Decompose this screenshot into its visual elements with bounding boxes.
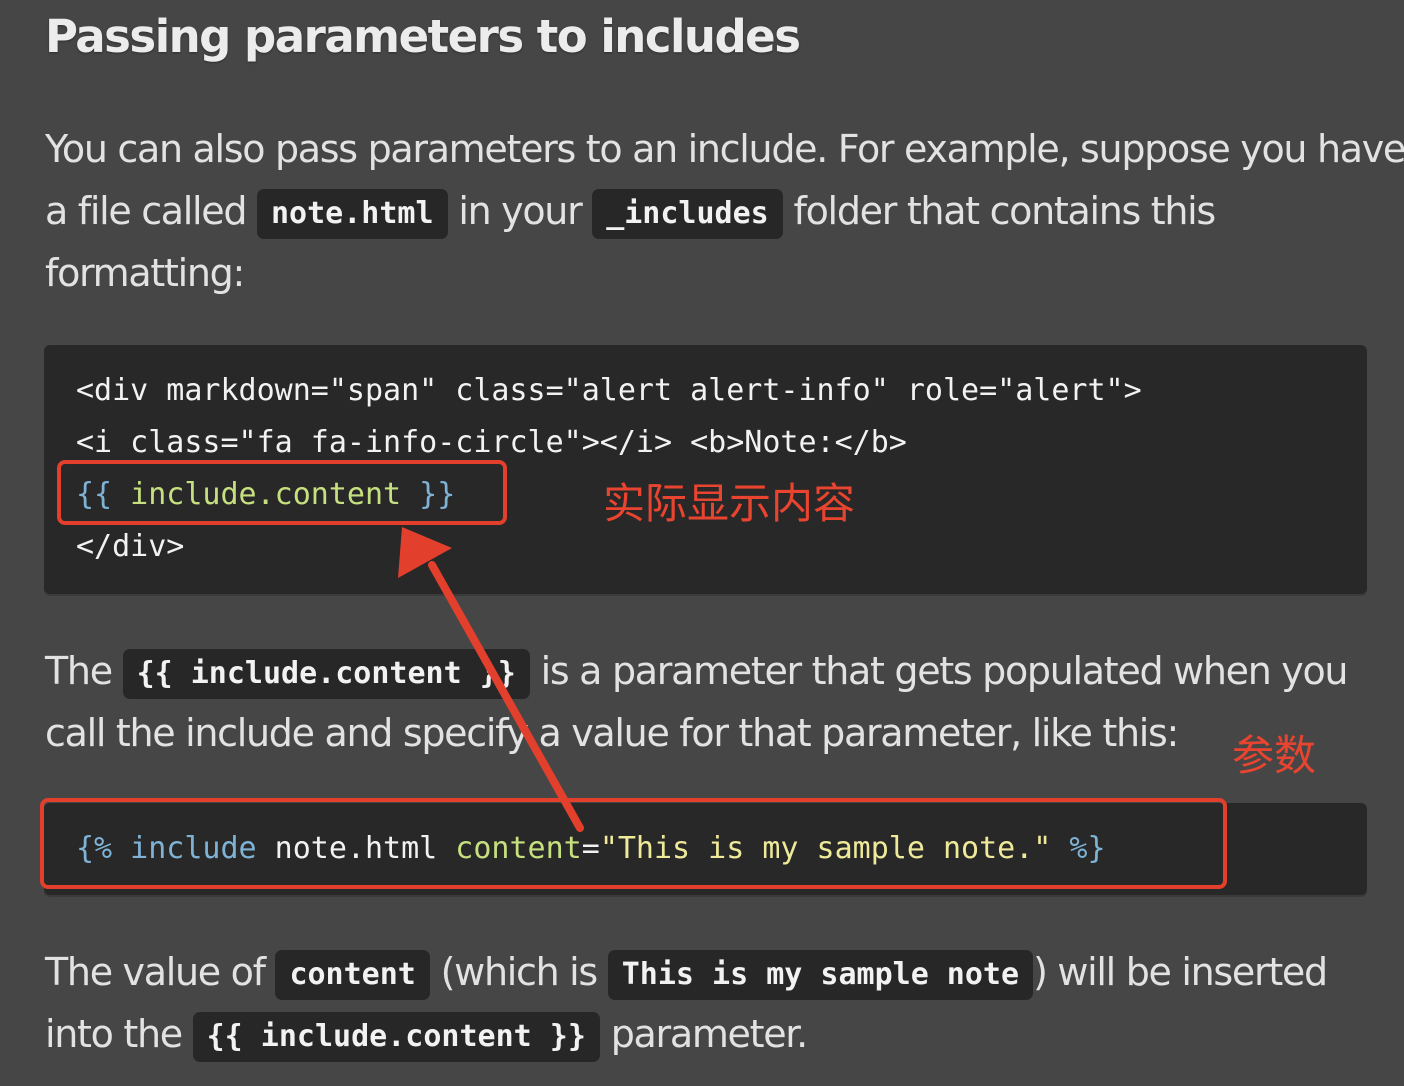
arrow-shaft bbox=[428, 561, 584, 832]
arrow-annotation bbox=[398, 527, 584, 832]
arrow-head bbox=[398, 527, 452, 578]
